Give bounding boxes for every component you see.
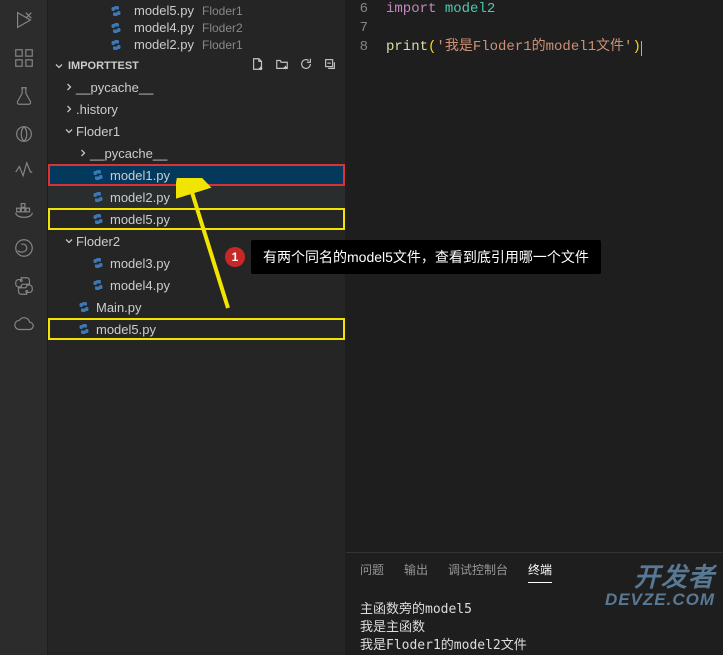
tree-item-label: Floder1 <box>76 124 120 139</box>
tree-item-label: model4.py <box>110 278 170 293</box>
tree-item-label: __pycache__ <box>76 80 153 95</box>
project-title: IMPORTTEST <box>68 60 139 72</box>
code-line[interactable]: 7 <box>346 19 723 38</box>
chevron-right-icon <box>62 80 76 94</box>
python-file-icon <box>90 190 105 205</box>
open-editor-meta: Floder1 <box>202 4 243 18</box>
explorer-sidebar: model5.py Floder1 model4.py Floder2 mode… <box>48 0 346 655</box>
editor-area: 6import model278print('我是Floder1的model1文… <box>346 0 723 655</box>
folder-row[interactable]: __pycache__ <box>48 76 345 98</box>
python-file-icon <box>76 322 91 337</box>
code-line[interactable]: 6import model2 <box>346 0 723 19</box>
cloud-icon[interactable] <box>12 312 36 336</box>
file-row[interactable]: model5.py <box>48 318 345 340</box>
activity-bar <box>0 0 48 655</box>
terminal-line: 我是主函数 <box>360 619 709 637</box>
panel-tab[interactable]: 调试控制台 <box>448 561 508 583</box>
terminal-line: 我是Floder1的model2文件 <box>360 637 709 655</box>
python-file-icon <box>90 212 105 227</box>
python-file-icon <box>90 278 105 293</box>
extensions-icon[interactable] <box>12 46 36 70</box>
python-file-icon <box>90 168 105 183</box>
tree-item-label: model5.py <box>110 212 170 227</box>
terminal-output[interactable]: 主函数旁的model5我是主函数我是Floder1的model2文件 <box>346 591 723 655</box>
panel-tab[interactable]: 输出 <box>404 561 428 583</box>
collapse-all-icon[interactable] <box>323 57 337 74</box>
open-editor-label: model4.py <box>134 20 194 35</box>
python-file-icon <box>108 20 123 35</box>
run-debug-icon[interactable] <box>12 8 36 32</box>
line-number: 6 <box>346 0 386 19</box>
python-file-icon <box>90 256 105 271</box>
chevron-down-icon <box>62 234 76 248</box>
tree-item-label: model3.py <box>110 256 170 271</box>
python-file-icon <box>76 300 91 315</box>
testing-flask-icon[interactable] <box>12 84 36 108</box>
open-editor-item[interactable]: model5.py Floder1 <box>48 2 345 19</box>
file-row[interactable]: Main.py <box>48 296 345 318</box>
activity-icon-1[interactable] <box>12 160 36 184</box>
project-section-header[interactable]: IMPORTTEST <box>48 55 345 76</box>
open-editor-label: model5.py <box>134 3 194 18</box>
line-number: 8 <box>346 38 386 57</box>
folder-row[interactable]: __pycache__ <box>48 142 345 164</box>
file-row[interactable]: model1.py <box>48 164 345 186</box>
tree-item-label: model1.py <box>110 168 170 183</box>
chevron-down-icon <box>52 59 66 73</box>
terminal-line: 主函数旁的model5 <box>360 601 709 619</box>
chevron-down-icon <box>62 124 76 138</box>
panel-tab[interactable]: 问题 <box>360 561 384 583</box>
file-row[interactable]: model4.py <box>48 274 345 296</box>
new-folder-icon[interactable] <box>275 57 289 74</box>
open-editors-section: model5.py Floder1 model4.py Floder2 mode… <box>48 0 345 55</box>
tree-item-label: model5.py <box>96 322 156 337</box>
python-file-icon <box>108 3 123 18</box>
bottom-panel: 问题输出调试控制台终端 主函数旁的model5我是主函数我是Floder1的mo… <box>346 552 723 655</box>
open-editor-meta: Floder2 <box>202 21 243 35</box>
edge-icon[interactable] <box>12 236 36 260</box>
code-editor[interactable]: 6import model278print('我是Floder1的model1文… <box>346 0 723 57</box>
tree-item-label: __pycache__ <box>90 146 167 161</box>
tree-item-label: Floder2 <box>76 234 120 249</box>
folder-row[interactable]: Floder1 <box>48 120 345 142</box>
callout-number: 1 <box>225 247 245 267</box>
file-tree: __pycache__ .history Floder1 __pycache__mod… <box>48 76 345 655</box>
panel-tabs: 问题输出调试控制台终端 <box>346 553 723 591</box>
chevron-right-icon <box>62 102 76 116</box>
open-editor-item[interactable]: model2.py Floder1 <box>48 36 345 53</box>
file-row[interactable]: model2.py <box>48 186 345 208</box>
new-file-icon[interactable] <box>251 57 265 74</box>
tree-item-label: Main.py <box>96 300 142 315</box>
open-editor-item[interactable]: model4.py Floder2 <box>48 19 345 36</box>
open-editor-label: model2.py <box>134 37 194 52</box>
line-number: 7 <box>346 19 386 38</box>
open-editor-meta: Floder1 <box>202 38 243 52</box>
tree-item-label: model2.py <box>110 190 170 205</box>
refresh-icon[interactable] <box>299 57 313 74</box>
ai-icon[interactable] <box>12 122 36 146</box>
python-file-icon <box>108 37 123 52</box>
callout-text: 有两个同名的model5文件，查看到底引用哪一个文件 <box>251 240 601 274</box>
folder-row[interactable]: .history <box>48 98 345 120</box>
panel-tab[interactable]: 终端 <box>528 561 552 583</box>
code-line[interactable]: 8print('我是Floder1的model1文件') <box>346 38 723 57</box>
python-icon[interactable] <box>12 274 36 298</box>
chevron-right-icon <box>76 146 90 160</box>
annotation-callout: 1 有两个同名的model5文件，查看到底引用哪一个文件 <box>225 240 601 274</box>
tree-item-label: .history <box>76 102 118 117</box>
file-row[interactable]: model5.py <box>48 208 345 230</box>
docker-icon[interactable] <box>12 198 36 222</box>
